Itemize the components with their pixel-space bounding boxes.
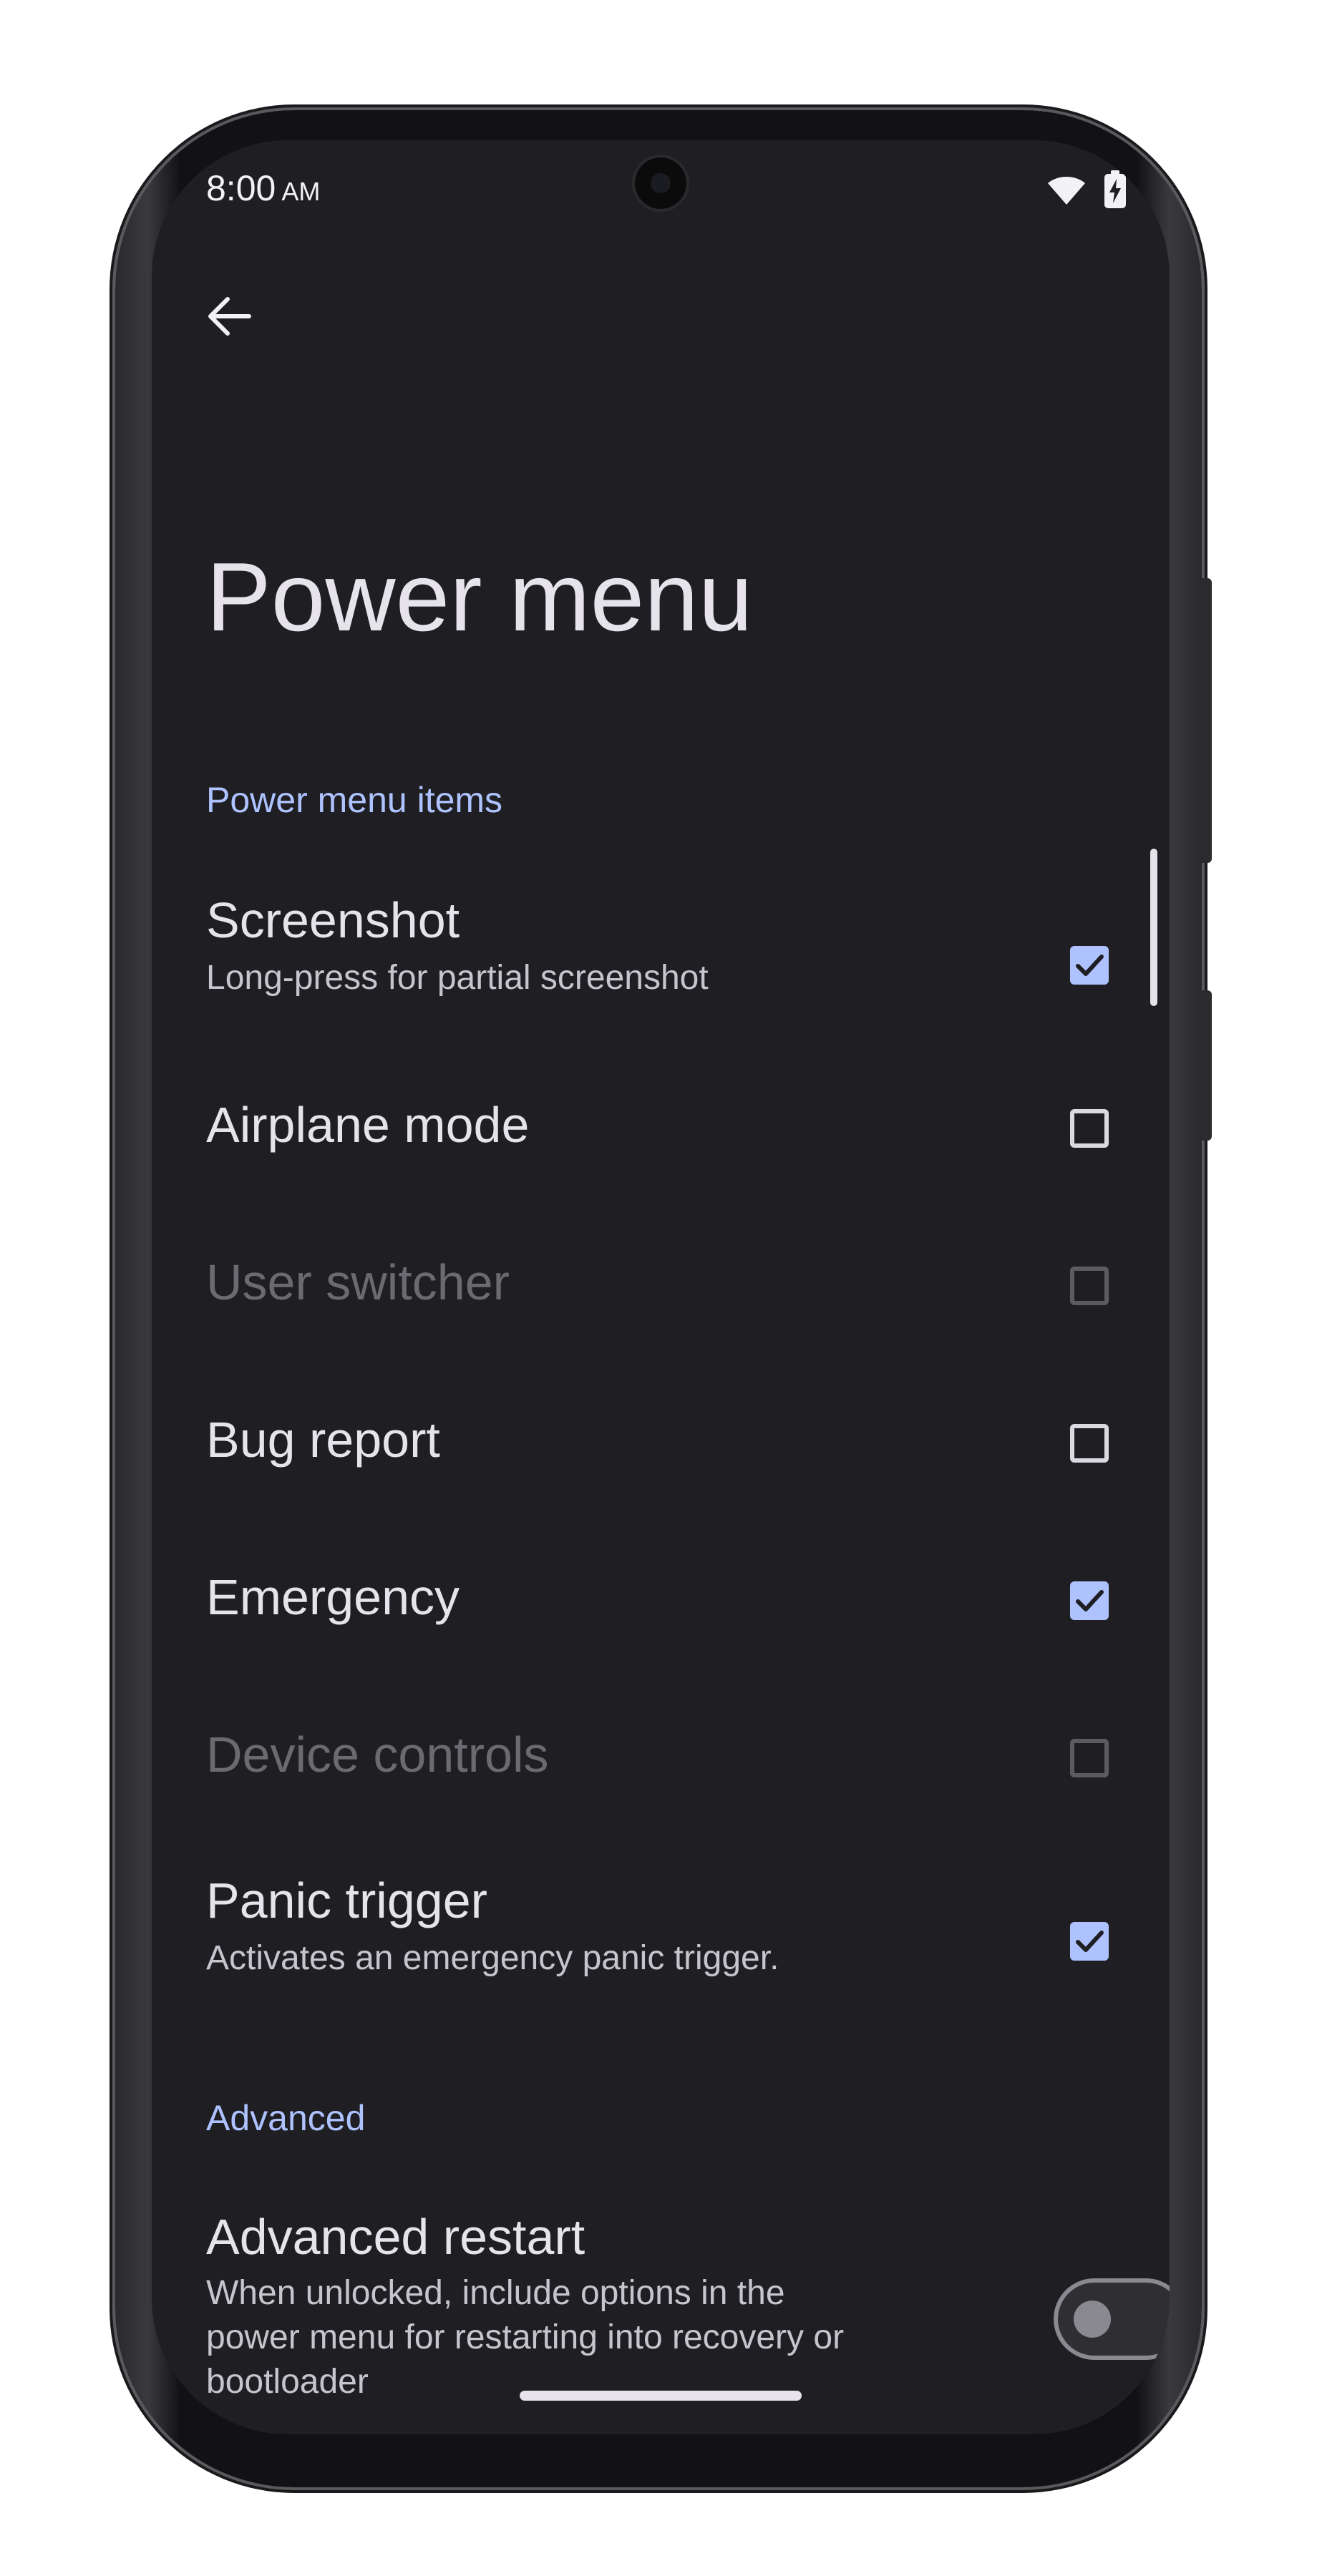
checkbox-screenshot[interactable]	[1070, 946, 1109, 985]
checkbox-bug-report[interactable]	[1070, 1424, 1109, 1463]
checkmark-icon	[1076, 1590, 1104, 1611]
pref-emergency[interactable]: Emergency	[152, 1521, 1170, 1672]
arrow-left-icon	[206, 295, 252, 341]
pref-user-switcher: User switcher	[152, 1206, 1170, 1357]
checkbox-panic-trigger[interactable]	[1070, 1922, 1109, 1961]
pref-title: Emergency	[206, 1569, 460, 1625]
section-header-power-menu-items: Power menu items	[206, 780, 503, 820]
checkbox-airplane-mode[interactable]	[1070, 1109, 1109, 1148]
wifi-icon	[1046, 173, 1087, 210]
pref-title: Bug report	[206, 1412, 440, 1468]
checkmark-icon	[1076, 955, 1104, 976]
pref-summary: Activates an emergency panic trigger.	[206, 1939, 779, 1977]
checkbox-user-switcher	[1070, 1267, 1109, 1305]
status-time: 8:00 AM	[206, 167, 320, 209]
pref-title: Advanced restart	[206, 2209, 585, 2265]
pref-title: Screenshot	[206, 892, 460, 948]
toggle-knob	[1074, 2301, 1111, 2338]
pref-panic-trigger[interactable]: Panic trigger Activates an emergency pan…	[152, 1858, 1170, 2029]
volume-button	[1202, 990, 1212, 1141]
gesture-nav-handle[interactable]	[520, 2391, 802, 2401]
status-time-ampm: AM	[281, 177, 321, 206]
checkmark-icon	[1076, 1931, 1104, 1952]
front-camera	[635, 157, 686, 209]
pref-title: User switcher	[206, 1254, 510, 1310]
pref-bug-report[interactable]: Bug report	[152, 1364, 1170, 1514]
back-button[interactable]	[195, 283, 263, 352]
pref-summary-line-3: bootloader	[206, 2363, 369, 2401]
scrollbar[interactable]	[1150, 849, 1157, 1006]
status-time-value: 8:00	[206, 168, 276, 208]
pref-summary-line-2: power menu for restarting into recovery …	[206, 2318, 845, 2356]
screen: 8:00 AM Power menu Power menu items Scree…	[152, 140, 1170, 2434]
pref-device-controls: Device controls	[152, 1679, 1170, 1829]
section-header-advanced: Advanced	[206, 2098, 366, 2138]
pref-title: Panic trigger	[206, 1873, 487, 1928]
advanced-restart-toggle[interactable]	[1054, 2278, 1170, 2360]
pref-title: Device controls	[206, 1727, 549, 1782]
battery-charging-icon	[1104, 170, 1127, 213]
pref-title: Airplane mode	[206, 1097, 530, 1153]
pref-summary-line-1: When unlocked, include options in the	[206, 2274, 785, 2312]
checkbox-device-controls	[1070, 1739, 1109, 1777]
checkbox-emergency[interactable]	[1070, 1581, 1109, 1620]
pref-airplane-mode[interactable]: Airplane mode	[152, 1049, 1170, 1199]
status-icons	[1046, 170, 1127, 213]
page-title: Power menu	[206, 542, 753, 651]
pref-summary: Long-press for partial screenshot	[206, 959, 709, 997]
power-button	[1202, 578, 1212, 863]
pref-screenshot[interactable]: Screenshot Long-press for partial screen…	[152, 877, 1170, 1042]
